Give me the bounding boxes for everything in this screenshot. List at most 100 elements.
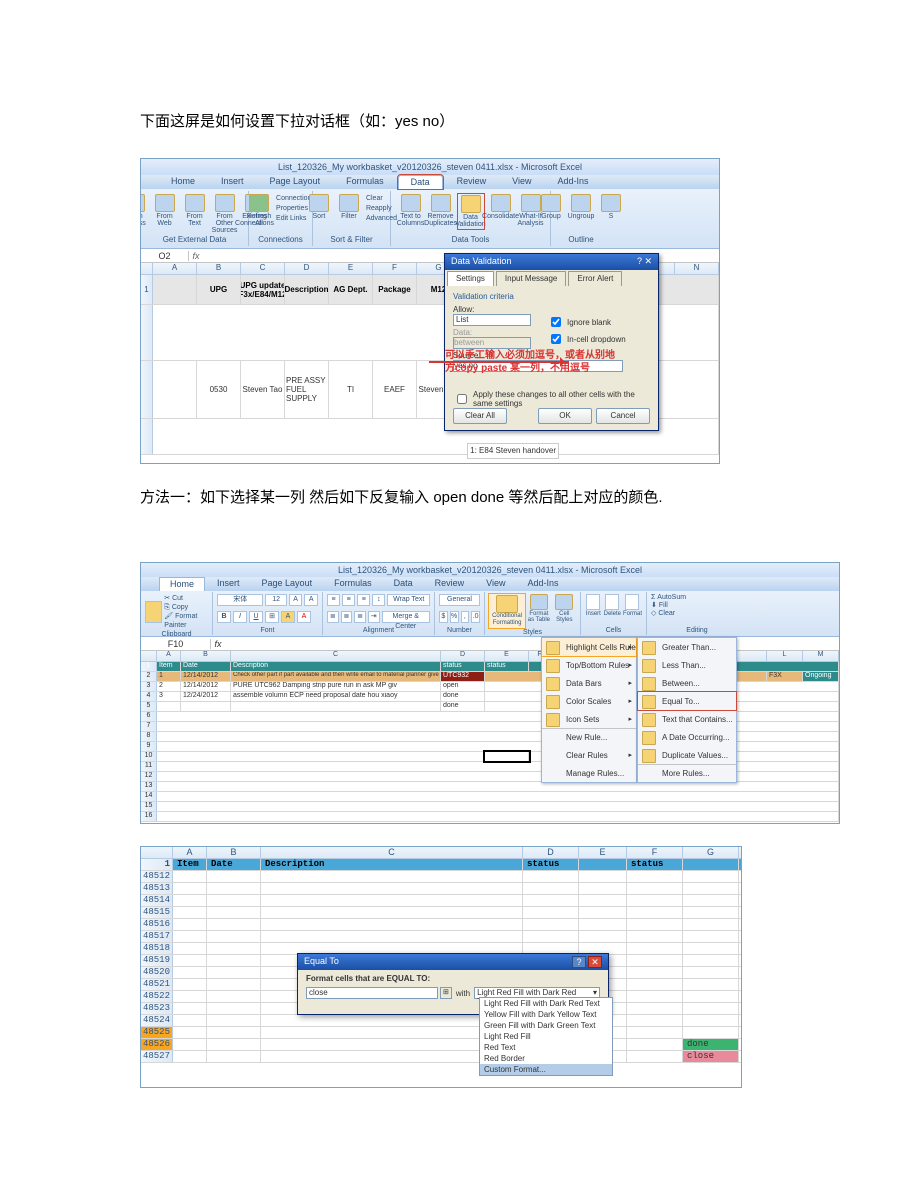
- from-access-button[interactable]: From Access: [140, 194, 148, 227]
- apply-all-checkbox[interactable]: Apply these changes to all other cells w…: [453, 390, 650, 408]
- subtotal-button[interactable]: S: [598, 194, 624, 220]
- menu-clearrules[interactable]: Clear Rules▸: [542, 746, 636, 764]
- cut-button[interactable]: ✂ Cut: [164, 594, 208, 603]
- name-box[interactable]: F10: [141, 639, 211, 649]
- menu-highlight-rules[interactable]: Highlight Cells Rules▸: [542, 638, 636, 656]
- incell-dropdown-checkbox[interactable]: In-cell dropdown: [547, 331, 626, 347]
- autosum-button[interactable]: Σ AutoSum: [651, 594, 686, 601]
- name-box[interactable]: O2: [141, 251, 189, 261]
- menu-topbottom[interactable]: Top/Bottom Rules▸: [542, 656, 636, 674]
- tab-home[interactable]: Home: [159, 577, 205, 591]
- remove-duplicates-button[interactable]: Remove Duplicates: [428, 194, 454, 227]
- data-validation-button[interactable]: Data Validation: [458, 194, 484, 229]
- menu-databars[interactable]: Data Bars▸: [542, 674, 636, 692]
- format-painter-button[interactable]: 🖌 Format Painter: [164, 612, 208, 630]
- menu-duplicate[interactable]: Duplicate Values...: [638, 746, 736, 764]
- tab-pagelayout[interactable]: Page Layout: [252, 577, 323, 591]
- window-title: List_120326_My workbasket_v20120326_stev…: [141, 159, 719, 175]
- copy-button[interactable]: ⎘ Copy: [164, 603, 208, 612]
- ribbon-tabs: Home Insert Page Layout Formulas Data Re…: [141, 577, 839, 591]
- menu-text-contains[interactable]: Text that Contains...: [638, 710, 736, 728]
- fx-icon[interactable]: fx: [189, 251, 203, 261]
- tab-formulas[interactable]: Formulas: [334, 175, 396, 189]
- help-icon[interactable]: ? ✕: [637, 256, 652, 268]
- tab-view[interactable]: View: [500, 175, 543, 189]
- equal-value-input[interactable]: close: [306, 987, 438, 999]
- clear-all-button[interactable]: Clear All: [453, 408, 507, 424]
- from-text-button[interactable]: From Text: [182, 194, 208, 227]
- font-size-select[interactable]: 12: [265, 594, 286, 606]
- group-label: Number: [439, 627, 480, 634]
- allow-select[interactable]: List: [453, 314, 531, 326]
- ribbon-tabs: Home Insert Page Layout Formulas Data Re…: [141, 175, 719, 189]
- tab-addins[interactable]: Add-Ins: [517, 577, 568, 591]
- window-title: List_120326_My workbasket_v20120326_stev…: [141, 563, 839, 577]
- tab-review[interactable]: Review: [425, 577, 475, 591]
- ungroup-button[interactable]: Ungroup: [568, 194, 594, 220]
- cell-styles-button[interactable]: Cell Styles: [553, 594, 576, 623]
- clear-button[interactable]: ◇ Clear: [651, 609, 675, 617]
- group-label: Styles: [489, 629, 576, 636]
- tab-addins[interactable]: Add-Ins: [545, 175, 600, 189]
- fill-button[interactable]: ⬇ Fill: [651, 601, 668, 609]
- wrap-text-button[interactable]: Wrap Text: [387, 594, 430, 606]
- merge-center-button[interactable]: Merge & Center: [382, 611, 431, 623]
- tab-insert[interactable]: Insert: [209, 175, 256, 189]
- tab-error-alert[interactable]: Error Alert: [568, 271, 622, 286]
- ignore-blank-checkbox[interactable]: Ignore blank: [547, 314, 626, 330]
- menu-less[interactable]: Less Than...: [638, 656, 736, 674]
- sort-button[interactable]: Sort: [306, 194, 332, 220]
- tab-formulas[interactable]: Formulas: [324, 577, 382, 591]
- number-format-select[interactable]: General: [439, 594, 480, 606]
- tab-pagelayout[interactable]: Page Layout: [258, 175, 333, 189]
- from-web-button[interactable]: From Web: [152, 194, 178, 227]
- delete-button[interactable]: Delete: [604, 594, 621, 617]
- filter-button[interactable]: Filter: [336, 194, 362, 220]
- dropdown-option[interactable]: Red Border: [480, 1053, 612, 1064]
- tab-input-message[interactable]: Input Message: [496, 271, 566, 286]
- menu-newrule[interactable]: New Rule...: [542, 728, 636, 746]
- format-button[interactable]: Format: [623, 594, 642, 617]
- from-other-button[interactable]: From Other Sources: [212, 194, 238, 234]
- menu-more-rules[interactable]: More Rules...: [638, 764, 736, 782]
- data-label: Data:: [453, 328, 531, 337]
- paste-button[interactable]: [145, 601, 162, 623]
- ok-button[interactable]: OK: [538, 408, 592, 424]
- format-table-button[interactable]: Format as Table: [527, 594, 550, 623]
- group-label: Get External Data: [163, 235, 227, 245]
- fx-icon[interactable]: fx: [211, 639, 225, 649]
- menu-between[interactable]: Between...: [638, 674, 736, 692]
- dropdown-option[interactable]: Red Text: [480, 1042, 612, 1053]
- refresh-button[interactable]: Refresh All: [246, 194, 272, 227]
- tab-home[interactable]: Home: [159, 175, 207, 189]
- dropdown-option[interactable]: Light Red Fill: [480, 1031, 612, 1042]
- consolidate-button[interactable]: Consolidate: [488, 194, 514, 220]
- dropdown-option[interactable]: Yellow Fill with Dark Yellow Text: [480, 1009, 612, 1020]
- cancel-button[interactable]: Cancel: [596, 408, 650, 424]
- tab-data[interactable]: Data: [384, 577, 423, 591]
- insert-button[interactable]: Insert: [585, 594, 602, 617]
- tab-review[interactable]: Review: [445, 175, 499, 189]
- dropdown-option[interactable]: Custom Format...: [480, 1064, 612, 1075]
- group-button[interactable]: Group: [538, 194, 564, 220]
- close-icon[interactable]: ✕: [588, 956, 602, 968]
- menu-date[interactable]: A Date Occurring...: [638, 728, 736, 746]
- menu-managerules[interactable]: Manage Rules...: [542, 764, 636, 782]
- dropdown-option[interactable]: Light Red Fill with Dark Red Text: [480, 998, 612, 1009]
- tab-insert[interactable]: Insert: [207, 577, 250, 591]
- help-icon[interactable]: ?: [572, 956, 586, 968]
- menu-iconsets[interactable]: Icon Sets▸: [542, 710, 636, 728]
- screenshot-conditional-formatting: List_120326_My workbasket_v20120326_stev…: [140, 562, 840, 824]
- tab-data[interactable]: Data: [398, 175, 443, 189]
- tab-view[interactable]: View: [476, 577, 515, 591]
- dropdown-option[interactable]: Green Fill with Dark Green Text: [480, 1020, 612, 1031]
- menu-colorscales[interactable]: Color Scales▸: [542, 692, 636, 710]
- tab-settings[interactable]: Settings: [447, 271, 494, 286]
- conditional-formatting-button[interactable]: Conditional Formatting: [489, 594, 525, 628]
- group-label: Alignment: [327, 627, 430, 634]
- menu-equal[interactable]: Equal To...: [638, 692, 736, 710]
- text-to-columns-button[interactable]: Text to Columns: [398, 194, 424, 227]
- menu-greater[interactable]: Greater Than...: [638, 638, 736, 656]
- range-picker-icon[interactable]: ⊞: [440, 987, 452, 999]
- font-name-select[interactable]: 宋体: [217, 594, 263, 606]
